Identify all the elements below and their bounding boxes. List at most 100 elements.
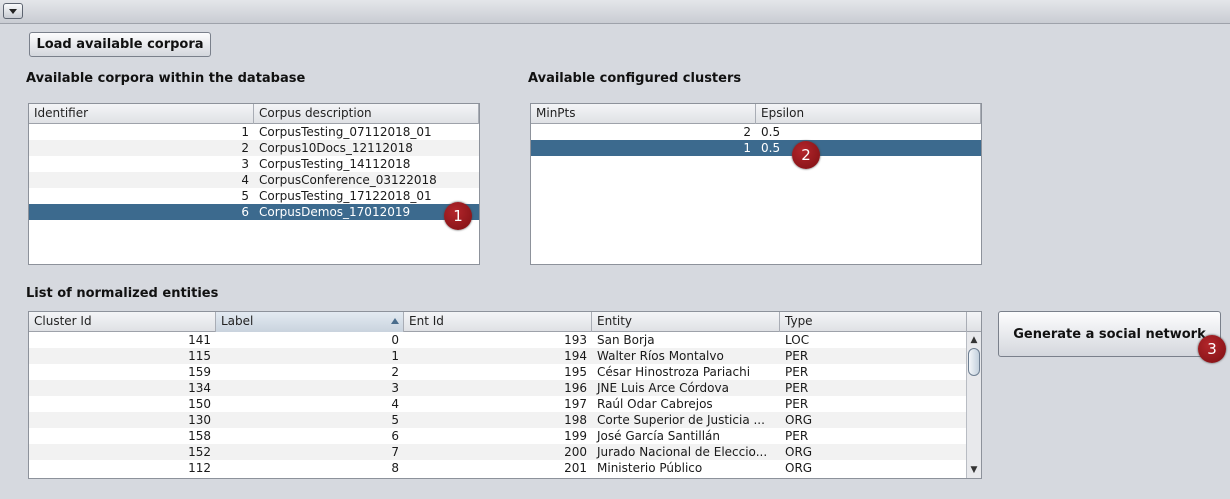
generate-social-network-button[interactable]: Generate a social network — [998, 311, 1221, 357]
cell-corpus-description: CorpusTesting_14112018 — [259, 157, 411, 171]
cell-cluster-id: 159 — [188, 365, 211, 379]
column-header-type[interactable]: Type — [780, 312, 967, 332]
corpora-table-row[interactable]: 6 CorpusDemos_17012019 — [29, 204, 479, 220]
cell-minpts: 2 — [743, 125, 751, 139]
vertical-scrollbar[interactable]: ▲ ▼ — [966, 332, 981, 478]
cell-identifier: 4 — [241, 173, 249, 187]
cell-cluster-id: 141 — [188, 333, 211, 347]
scrollbar-thumb[interactable] — [968, 348, 980, 376]
entities-table-row[interactable]: 152 7 200 Jurado Nacional de Eleccio... ORG — [29, 444, 981, 460]
cell-ent-id: 198 — [564, 413, 587, 427]
cell-cluster-id: 134 — [188, 381, 211, 395]
entities-table-row[interactable]: 150 4 197 Raúl Odar Cabrejos PER — [29, 396, 981, 412]
arrow-down-icon[interactable]: ▼ — [967, 463, 981, 477]
cell-label: 4 — [391, 397, 399, 411]
corpora-table-row[interactable]: 4 CorpusConference_03122018 — [29, 172, 479, 188]
sort-ascending-icon — [391, 318, 399, 324]
cell-ent-id: 200 — [564, 445, 587, 459]
cell-ent-id: 197 — [564, 397, 587, 411]
cell-entity: JNE Luis Arce Córdova — [597, 381, 729, 395]
cell-cluster-id: 112 — [188, 461, 211, 475]
cell-corpus-description: CorpusTesting_17122018_01 — [259, 189, 432, 203]
cell-corpus-description: CorpusConference_03122018 — [259, 173, 437, 187]
column-header-identifier[interactable]: Identifier — [29, 104, 254, 124]
cell-entity: Corte Superior de Justicia ... — [597, 413, 765, 427]
entities-table-row[interactable]: 112 8 201 Ministerio Público ORG — [29, 460, 981, 476]
clusters-table-row[interactable]: 2 0.5 — [531, 124, 981, 140]
entities-table-row[interactable]: 115 1 194 Walter Ríos Montalvo PER — [29, 348, 981, 364]
column-header-minpts[interactable]: MinPts — [531, 104, 756, 124]
corpora-table[interactable]: Identifier Corpus description 1 CorpusTes… — [28, 103, 480, 265]
cell-cluster-id: 158 — [188, 429, 211, 443]
entities-table-header: Cluster Id Label Ent Id Entity Type — [29, 312, 981, 332]
cell-type: PER — [785, 429, 809, 443]
cell-type: ORG — [785, 413, 813, 427]
load-corpora-button[interactable]: Load available corpora — [29, 32, 211, 57]
cell-type: PER — [785, 397, 809, 411]
cell-label: 3 — [391, 381, 399, 395]
cell-label: 7 — [391, 445, 399, 459]
cell-entity: César Hinostroza Pariachi — [597, 365, 751, 379]
cell-ent-id: 195 — [564, 365, 587, 379]
cell-type: PER — [785, 381, 809, 395]
entities-table-row[interactable]: 158 6 199 José García Santillán PER — [29, 428, 981, 444]
cell-cluster-id: 130 — [188, 413, 211, 427]
cell-type: PER — [785, 365, 809, 379]
clusters-section-title: Available configured clusters — [528, 71, 742, 86]
cell-ent-id: 201 — [564, 461, 587, 475]
cell-ent-id: 193 — [564, 333, 587, 347]
corpora-section-title: Available corpora within the database — [26, 71, 306, 86]
cell-type: PER — [785, 349, 809, 363]
cell-epsilon: 0.5 — [761, 141, 781, 155]
cell-entity: Ministerio Público — [597, 461, 703, 475]
corpora-table-row[interactable]: 2 Corpus10Docs_12112018 — [29, 140, 479, 156]
callout-marker-1: 1 — [444, 202, 472, 230]
cell-cluster-id: 150 — [188, 397, 211, 411]
cell-cluster-id: 152 — [188, 445, 211, 459]
corpora-table-row[interactable]: 5 CorpusTesting_17122018_01 — [29, 188, 479, 204]
entities-table-row[interactable]: 134 3 196 JNE Luis Arce Córdova PER — [29, 380, 981, 396]
entities-table-row[interactable]: 159 2 195 César Hinostroza Pariachi PER — [29, 364, 981, 380]
cell-ent-id: 194 — [564, 349, 587, 363]
entities-table[interactable]: Cluster Id Label Ent Id Entity Type 141 0… — [28, 311, 982, 479]
column-header-corpus-description[interactable]: Corpus description — [254, 104, 479, 124]
cell-minpts: 1 — [743, 141, 751, 155]
corpora-table-row[interactable]: 1 CorpusTesting_07112018_01 — [29, 124, 479, 140]
callout-marker-3: 3 — [1198, 335, 1226, 363]
cell-identifier: 6 — [241, 205, 249, 219]
cell-entity: San Borja — [597, 333, 655, 347]
cell-label: 1 — [391, 349, 399, 363]
clusters-table[interactable]: MinPts Epsilon 2 0.5 1 0.5 — [530, 103, 982, 265]
column-header-ent-id[interactable]: Ent Id — [404, 312, 592, 332]
callout-marker-2: 2 — [792, 141, 820, 169]
entities-table-row[interactable]: 130 5 198 Corte Superior de Justicia ... ORG — [29, 412, 981, 428]
chevron-down-icon[interactable] — [3, 3, 23, 19]
clusters-table-row[interactable]: 1 0.5 — [531, 140, 981, 156]
entities-section-title: List of normalized entities — [26, 286, 219, 301]
cell-entity: José García Santillán — [597, 429, 720, 443]
column-header-label[interactable]: Label — [216, 312, 404, 332]
corpora-table-body: 1 CorpusTesting_07112018_01 2 Corpus10Docs_… — [29, 124, 479, 220]
cell-type: ORG — [785, 461, 813, 475]
cell-cluster-id: 115 — [188, 349, 211, 363]
corpora-table-header: Identifier Corpus description — [29, 104, 479, 124]
cell-ent-id: 196 — [564, 381, 587, 395]
cell-identifier: 5 — [241, 189, 249, 203]
arrow-up-icon[interactable]: ▲ — [967, 333, 981, 347]
cell-identifier: 1 — [241, 125, 249, 139]
cell-identifier: 2 — [241, 141, 249, 155]
corpora-table-row[interactable]: 3 CorpusTesting_14112018 — [29, 156, 479, 172]
cell-label: 6 — [391, 429, 399, 443]
cell-label: 0 — [391, 333, 399, 347]
cell-type: LOC — [785, 333, 810, 347]
clusters-table-body: 2 0.5 1 0.5 — [531, 124, 981, 156]
column-header-label-text: Label — [221, 314, 254, 328]
column-header-cluster-id[interactable]: Cluster Id — [29, 312, 216, 332]
column-header-epsilon[interactable]: Epsilon — [756, 104, 981, 124]
header-corner — [967, 312, 981, 332]
cell-ent-id: 199 — [564, 429, 587, 443]
entities-table-row[interactable]: 141 0 193 San Borja LOC — [29, 332, 981, 348]
cell-epsilon: 0.5 — [761, 125, 781, 139]
column-header-entity[interactable]: Entity — [592, 312, 780, 332]
cell-corpus-description: CorpusTesting_07112018_01 — [259, 125, 432, 139]
